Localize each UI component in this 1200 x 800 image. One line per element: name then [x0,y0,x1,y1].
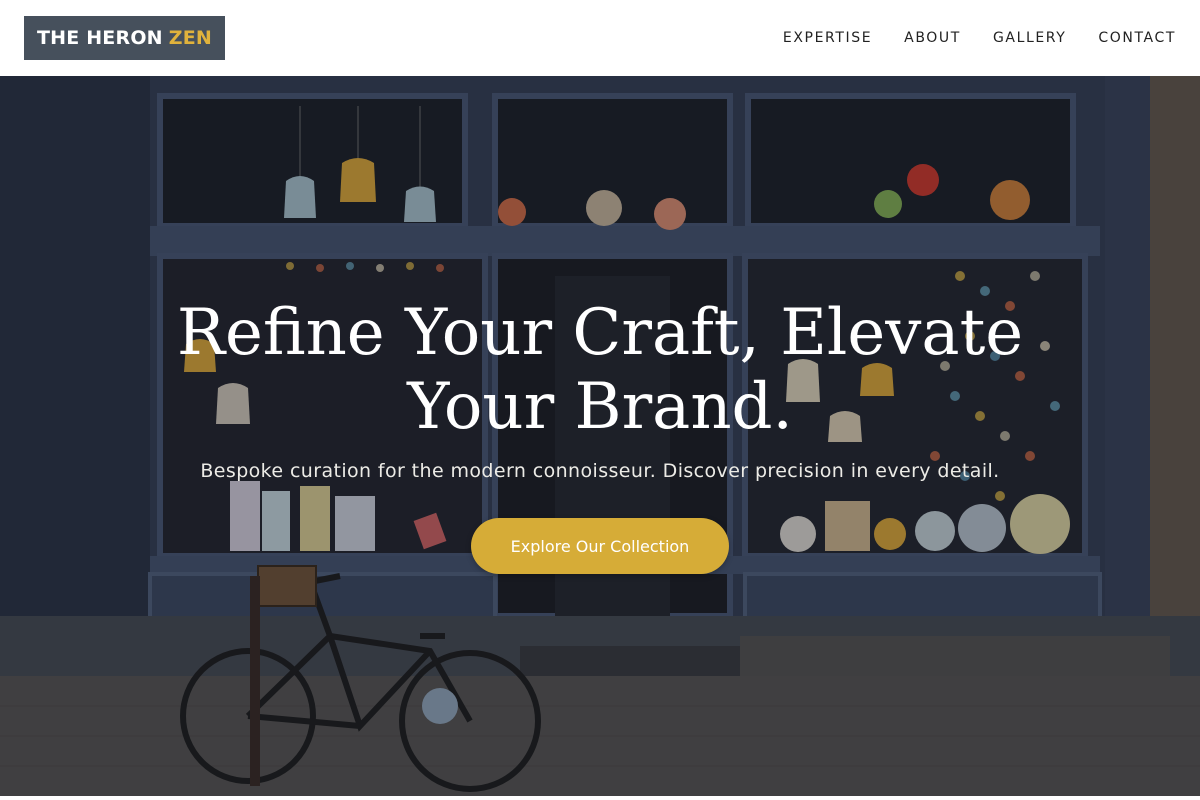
nav-link-about[interactable]: ABOUT [904,30,961,46]
page-bottom-edge [0,796,1200,800]
hero-section: Refine Your Craft, Elevate Your Brand. B… [0,76,1200,796]
nav-link-contact[interactable]: CONTACT [1098,30,1176,46]
site-header: THE HERON ZEN EXPERTISE ABOUT GALLERY CO… [0,0,1200,76]
nav-link-gallery[interactable]: GALLERY [993,30,1066,46]
hero-content: Refine Your Craft, Elevate Your Brand. B… [0,76,1200,796]
nav-link-expertise[interactable]: EXPERTISE [783,30,872,46]
logo-text-primary: THE HERON [36,27,163,49]
hero-subtitle: Bespoke curation for the modern connoiss… [200,460,1000,482]
explore-collection-button[interactable]: Explore Our Collection [471,518,729,574]
hero-headline: Refine Your Craft, Elevate Your Brand. [0,296,1200,444]
logo-text-accent: ZEN [168,27,213,49]
logo[interactable]: THE HERON ZEN [24,16,225,60]
hero-headline-line-2: Your Brand. [407,370,793,444]
main-nav: EXPERTISE ABOUT GALLERY CONTACT [783,30,1176,46]
hero-headline-line-1: Refine Your Craft, Elevate [176,296,1024,370]
